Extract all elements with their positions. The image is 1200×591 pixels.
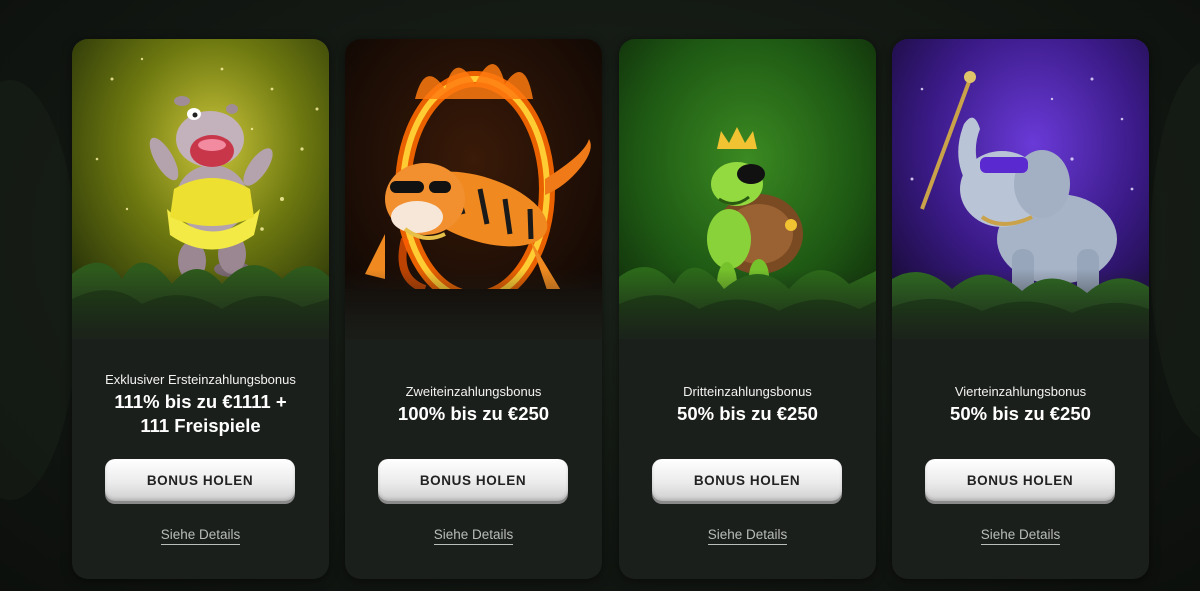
turtle-icon	[619, 39, 876, 359]
card-text: Exklusiver Ersteinzahlungsbonus 111% bis…	[82, 372, 319, 438]
details-link-wrapper: Siehe Details	[72, 527, 329, 545]
tiger-icon	[345, 39, 602, 359]
bonus-card-4: Vierteinzahlungsbonus 50% bis zu €250 BO…	[892, 39, 1149, 579]
bonus-offer: 100% bis zu €250	[397, 403, 550, 424]
bonus-subtitle: Vierteinzahlungsbonus	[954, 384, 1087, 399]
bonus-holen-button[interactable]: BONUS HOLEN	[925, 459, 1115, 501]
hippo-icon	[72, 39, 329, 359]
background-leaf	[0, 80, 80, 500]
bonus-card-3: Dritteinzahlungsbonus 50% bis zu €250 BO…	[619, 39, 876, 579]
bonus-card-1: Exklusiver Ersteinzahlungsbonus 111% bis…	[72, 39, 329, 579]
bonus-offer: 50% bis zu €250	[950, 403, 1091, 424]
siehe-details-link[interactable]: Siehe Details	[980, 527, 1061, 545]
card-text: Zweiteinzahlungsbonus 100% bis zu €250	[355, 384, 592, 426]
background-leaf	[1150, 60, 1200, 440]
siehe-details-link[interactable]: Siehe Details	[707, 527, 788, 545]
bonus-holen-button[interactable]: BONUS HOLEN	[105, 459, 295, 501]
card-text: Vierteinzahlungsbonus 50% bis zu €250	[902, 384, 1139, 426]
bonus-subtitle: Zweiteinzahlungsbonus	[405, 384, 542, 399]
details-link-wrapper: Siehe Details	[345, 527, 602, 545]
bonus-cards: Exklusiver Ersteinzahlungsbonus 111% bis…	[72, 39, 1150, 579]
details-link-wrapper: Siehe Details	[892, 527, 1149, 545]
card-text: Dritteinzahlungsbonus 50% bis zu €250	[629, 384, 866, 426]
bonus-subtitle: Dritteinzahlungsbonus	[683, 384, 812, 399]
elephant-icon	[892, 39, 1149, 359]
bonus-offer: 50% bis zu €250	[677, 403, 818, 424]
siehe-details-link[interactable]: Siehe Details	[433, 527, 514, 545]
details-link-wrapper: Siehe Details	[619, 527, 876, 545]
bonus-holen-button[interactable]: BONUS HOLEN	[652, 459, 842, 501]
bonus-subtitle: Exklusiver Ersteinzahlungsbonus	[105, 372, 296, 387]
bonus-card-2: Zweiteinzahlungsbonus 100% bis zu €250 B…	[345, 39, 602, 579]
bonus-offer: 111% bis zu €1111 + 111 Freispiele	[114, 391, 287, 436]
bonus-holen-button[interactable]: BONUS HOLEN	[378, 459, 568, 501]
siehe-details-link[interactable]: Siehe Details	[160, 527, 241, 545]
